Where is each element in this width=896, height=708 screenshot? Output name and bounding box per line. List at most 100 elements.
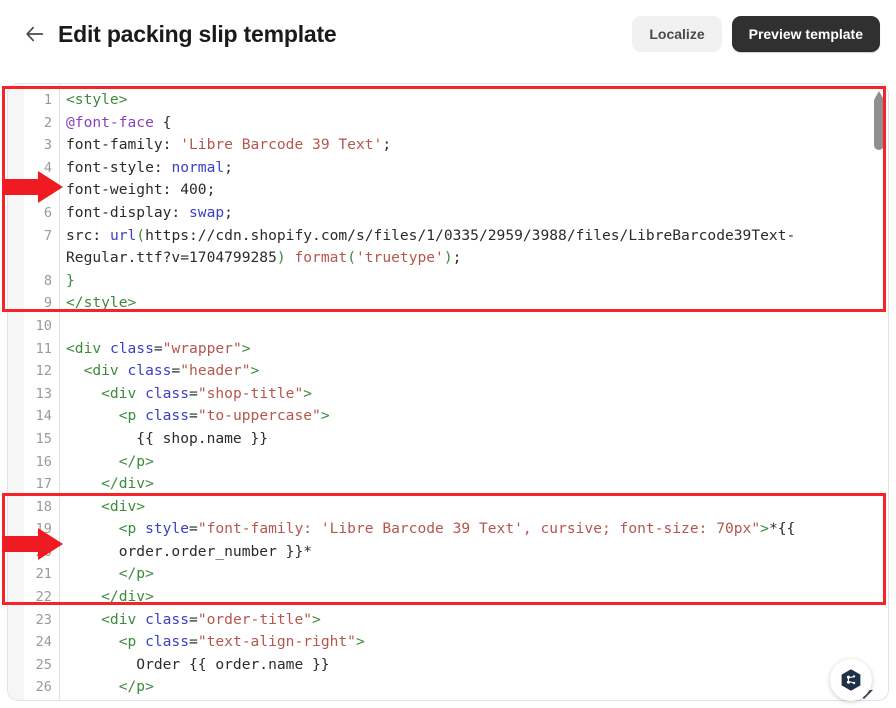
code-token: "header" xyxy=(180,362,251,380)
line-content: <p style="font-family: 'Libre Barcode 39… xyxy=(8,518,888,541)
code-token: > xyxy=(241,339,251,357)
code-token: "order-title" xyxy=(197,610,313,628)
code-line[interactable]: 7 src: url(https://cdn.shopify.com/s/file… xyxy=(8,225,888,248)
line-content: <div class="header"> xyxy=(8,360,888,383)
code-line[interactable]: 9 </style> xyxy=(8,292,888,315)
scroll-up-arrow-icon[interactable] xyxy=(874,86,884,98)
line-number: 9 xyxy=(43,295,52,312)
code-token: <div xyxy=(66,610,146,628)
code-token: ( xyxy=(136,226,146,244)
code-token: > xyxy=(760,520,769,538)
code-line[interactable]: Regular.ttf?v=1704799285) format('truety… xyxy=(8,247,888,270)
code-line[interactable]: 10 xyxy=(8,315,888,338)
code-token: "to-uppercase" xyxy=(197,407,321,425)
code-token: = xyxy=(189,384,198,402)
code-token: class xyxy=(145,407,190,425)
code-token: </p> xyxy=(66,565,154,583)
code-line[interactable]: 1 <style> xyxy=(8,89,888,112)
code-token: > xyxy=(303,384,313,402)
chat-assistant-hexagon-icon xyxy=(839,668,863,692)
code-token: class xyxy=(127,362,172,380)
back-button[interactable] xyxy=(20,20,48,48)
code-token: style xyxy=(145,520,190,538)
line-number: 19 xyxy=(35,521,52,538)
code-line[interactable]: 21 </p> xyxy=(8,563,888,586)
line-content: order.order_number }}* xyxy=(8,541,888,564)
code-line[interactable]: 22 </div> xyxy=(8,586,888,609)
line-number: 3 xyxy=(43,137,52,154)
code-line[interactable]: 24 <p class="text-align-right"> xyxy=(8,631,888,654)
code-token: class xyxy=(109,339,154,357)
code-line[interactable]: 14 <p class="to-uppercase"> xyxy=(8,405,888,428)
code-token: > xyxy=(312,610,321,628)
code-editor-scroll-area[interactable]: 1 <style> 2 @font-face {3 font-family: 'Libr… xyxy=(8,84,888,700)
localize-button[interactable]: Localize xyxy=(632,16,722,52)
code-line[interactable]: 6 font-display: swap; xyxy=(8,202,888,225)
line-number: 4 xyxy=(43,159,52,176)
code-line[interactable]: 5 font-weight: 400; xyxy=(8,179,888,202)
code-lines-container[interactable]: 1 <style> 2 @font-face {3 font-family: 'Libr… xyxy=(8,84,888,699)
code-token: ; xyxy=(382,136,392,154)
code-token: src: xyxy=(66,226,110,244)
code-token: <p xyxy=(66,633,146,651)
code-token: class xyxy=(145,384,190,402)
code-line[interactable]: 17 </div> xyxy=(8,473,888,496)
code-line[interactable]: 18 <div> xyxy=(8,496,888,519)
line-number: 16 xyxy=(35,453,52,470)
page-header-bar: Edit packing slip template Localize Prev… xyxy=(0,0,896,68)
code-line[interactable]: 15 {{ shop.name }} xyxy=(8,428,888,451)
line-content: <style> xyxy=(8,89,888,112)
code-token: swap xyxy=(189,203,225,221)
code-token: = xyxy=(189,610,198,628)
line-number: 14 xyxy=(35,408,52,425)
code-token: ; xyxy=(206,181,216,199)
line-number: 11 xyxy=(35,340,52,357)
code-line[interactable]: 19 <p style="font-family: 'Libre Barcode… xyxy=(8,518,888,541)
code-line[interactable]: 3 font-family: 'Libre Barcode 39 Text'; xyxy=(8,134,888,157)
code-token: Order {{ order.name }} xyxy=(66,655,330,673)
code-editor-card: 1 <style> 2 @font-face {3 font-family: 'Libr… xyxy=(8,84,888,700)
line-number: 7 xyxy=(43,227,52,244)
line-number: 24 xyxy=(35,634,52,651)
chat-assistant-button[interactable] xyxy=(830,659,872,701)
code-token: > xyxy=(320,407,330,425)
line-content: Order {{ order.name }} xyxy=(8,654,888,677)
line-content: font-style: normal; xyxy=(8,157,888,180)
code-line[interactable]: 16 </p> xyxy=(8,451,888,474)
vertical-scrollbar-track[interactable] xyxy=(873,90,884,694)
code-token: </p> xyxy=(66,678,154,696)
line-content: Regular.ttf?v=1704799285) format('truety… xyxy=(8,247,888,270)
code-token: <style> xyxy=(66,91,128,108)
code-line[interactable]: 13 <div class="shop-title"> xyxy=(8,383,888,406)
code-line[interactable]: 8} xyxy=(8,270,888,293)
code-line[interactable]: 26 </p> xyxy=(8,676,888,699)
code-line[interactable]: 11 <div class="wrapper"> xyxy=(8,338,888,361)
code-line[interactable]: 2 @font-face { xyxy=(8,112,888,135)
code-token: > xyxy=(355,633,365,651)
line-number: 2 xyxy=(43,114,52,131)
code-line[interactable]: 12 <div class="header"> xyxy=(8,360,888,383)
line-content: {{ shop.name }} xyxy=(8,428,888,451)
preview-template-button[interactable]: Preview template xyxy=(731,16,880,52)
line-number: 8 xyxy=(43,272,52,289)
line-number: 22 xyxy=(35,589,52,606)
line-content: <div class="shop-title"> xyxy=(8,383,888,406)
code-token: class xyxy=(145,633,190,651)
code-token: </div> xyxy=(66,588,154,606)
line-content: <div> xyxy=(8,496,888,519)
code-line[interactable]: 4 font-style: normal; xyxy=(8,157,888,180)
code-line[interactable]: 25 Order {{ order.name }} xyxy=(8,654,888,677)
code-line[interactable]: 23 <div class="order-title"> xyxy=(8,609,888,632)
vertical-scrollbar-thumb[interactable] xyxy=(874,96,884,150)
line-content: <div class="wrapper"> xyxy=(8,338,888,361)
line-content: font-display: swap; xyxy=(8,202,888,225)
code-token: format xyxy=(294,249,348,267)
code-line[interactable]: 20 order.order_number }}* xyxy=(8,541,888,564)
code-token: <p xyxy=(66,407,146,425)
line-number: 25 xyxy=(35,656,52,673)
code-token: ) xyxy=(443,249,453,267)
code-token: {{ shop.name }} xyxy=(66,429,269,447)
line-content: } xyxy=(8,270,888,293)
code-token: <div xyxy=(66,339,110,357)
